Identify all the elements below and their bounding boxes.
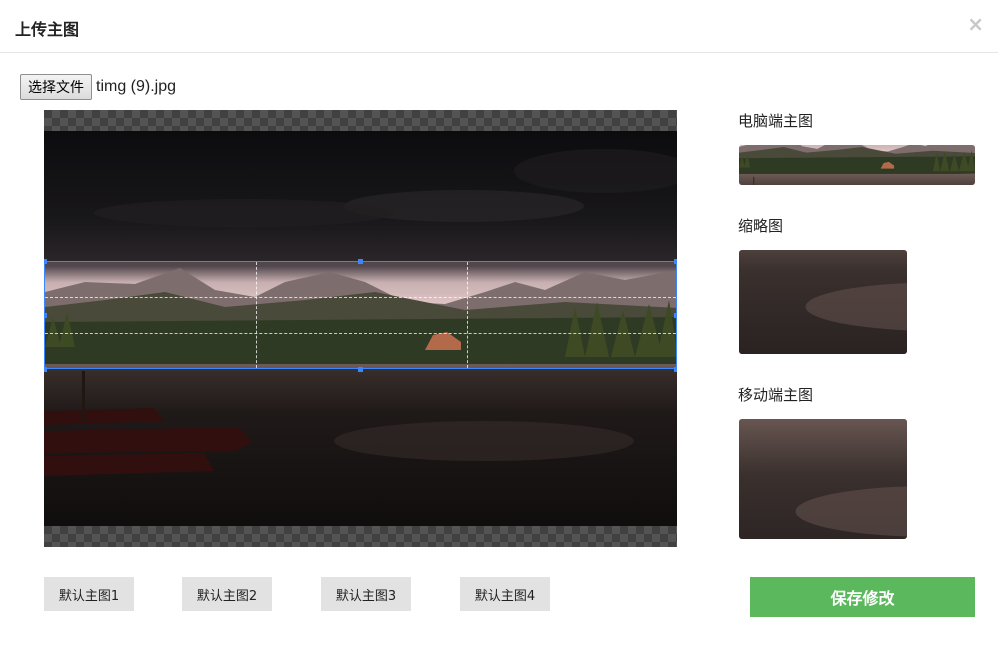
dialog-header: 上传主图 × [0, 0, 998, 53]
selected-file-name: timg (9).jpg [96, 78, 177, 95]
desktop-preview-image [739, 145, 975, 185]
default-image-2-button[interactable]: 默认主图2 [182, 577, 272, 611]
default-image-1-button[interactable]: 默认主图1 [44, 577, 134, 611]
crop-guide-vertical [467, 262, 468, 368]
crop-handle-bottom-left[interactable] [44, 367, 47, 372]
thumbnail-preview-image [739, 250, 907, 354]
default-image-4-button[interactable]: 默认主图4 [460, 577, 550, 611]
crop-handle-right[interactable] [674, 313, 677, 318]
crop-selection-image [45, 261, 677, 369]
crop-selection[interactable] [44, 261, 677, 369]
crop-handle-top[interactable] [358, 259, 363, 264]
choose-file-button[interactable]: 选择文件 [20, 74, 92, 100]
crop-handle-top-right[interactable] [674, 259, 677, 264]
crop-handle-bottom[interactable] [358, 367, 363, 372]
mobile-preview-image [739, 419, 907, 539]
crop-guide-horizontal [45, 333, 676, 334]
thumbnail-preview-label: 缩略图 [738, 217, 784, 235]
upload-main-image-dialog: 上传主图 × 选择文件 timg (9).jpg 电脑端主图 缩略图 移动端主图 [0, 0, 998, 647]
image-cropper[interactable] [44, 110, 677, 547]
save-changes-button[interactable]: 保存修改 [750, 577, 975, 617]
crop-guide-horizontal [45, 297, 676, 298]
default-image-3-button[interactable]: 默认主图3 [321, 577, 411, 611]
crop-handle-bottom-right[interactable] [674, 367, 677, 372]
desktop-preview-label: 电脑端主图 [738, 112, 814, 130]
crop-handle-left[interactable] [44, 313, 47, 318]
close-icon[interactable]: × [967, 12, 984, 36]
desktop-preview [739, 145, 975, 185]
file-picker: 选择文件 timg (9).jpg [20, 74, 176, 100]
mobile-preview [739, 419, 907, 539]
crop-guide-vertical [256, 262, 257, 368]
mobile-preview-label: 移动端主图 [738, 386, 814, 404]
thumbnail-preview [739, 250, 907, 354]
crop-handle-top-left[interactable] [44, 259, 47, 264]
dialog-title: 上传主图 [15, 20, 80, 39]
